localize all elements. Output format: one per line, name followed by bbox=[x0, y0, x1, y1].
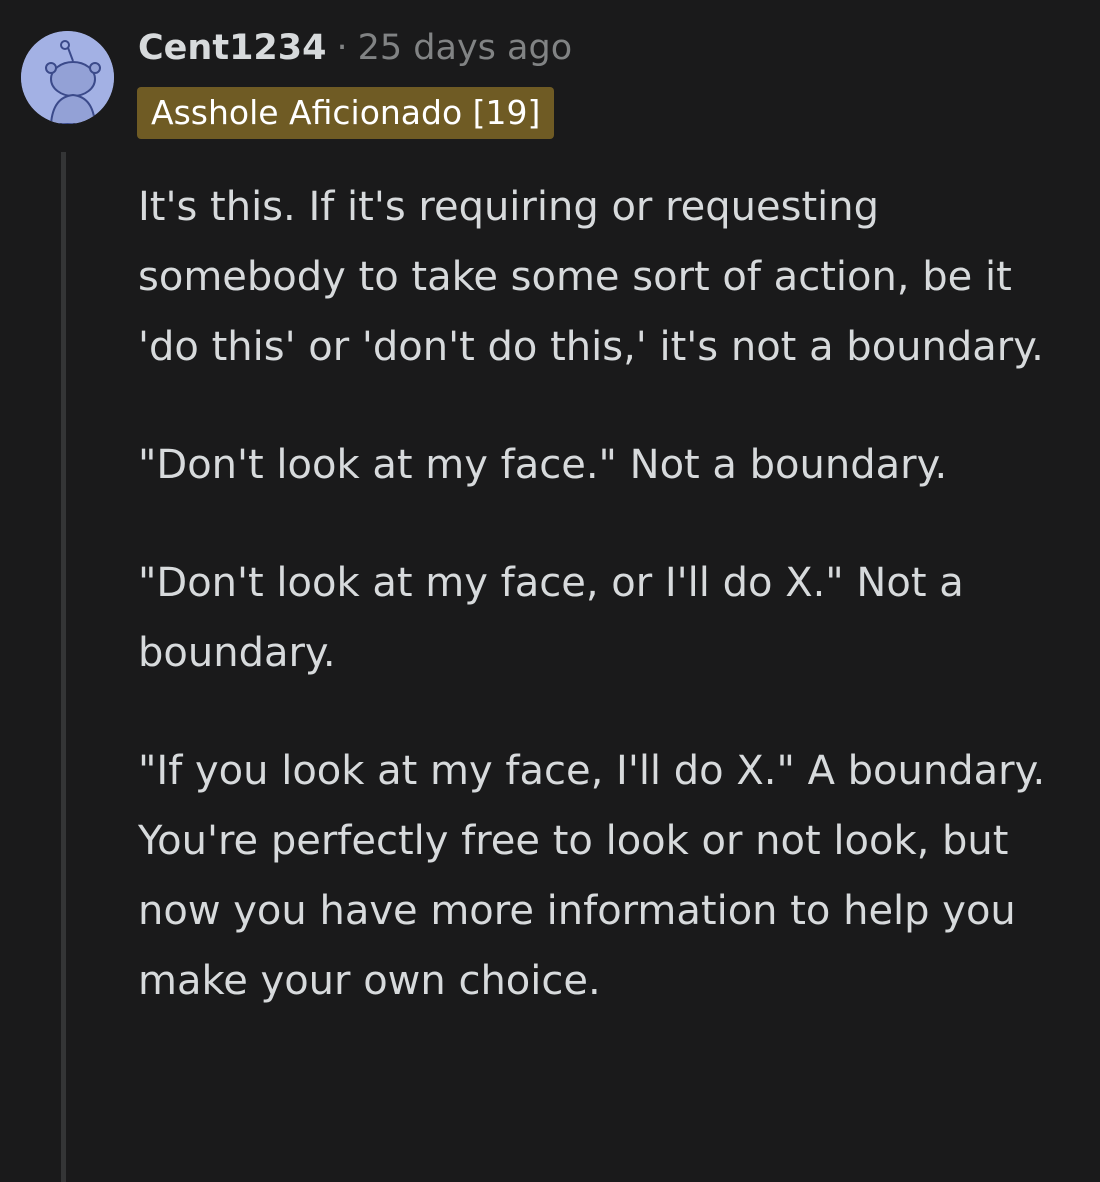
comment-meta: Cent1234 · 25 days ago bbox=[138, 26, 572, 70]
comment-paragraph: It's this. If it's requiring or requesti… bbox=[138, 184, 1044, 370]
meta-separator: · bbox=[336, 28, 348, 68]
comment-paragraph: "Don't look at my face." Not a boundary. bbox=[138, 442, 948, 488]
user-flair: Asshole Aficionado [19] bbox=[137, 87, 555, 139]
user-avatar[interactable] bbox=[21, 31, 114, 124]
timestamp[interactable]: 25 days ago bbox=[358, 28, 572, 68]
comment-paragraph: "Don't look at my face, or I'll do X." N… bbox=[138, 560, 964, 676]
comment-paragraph: "If you look at my face, I'll do X." A b… bbox=[138, 748, 1046, 1004]
snoo-avatar-icon bbox=[21, 31, 114, 124]
username[interactable]: Cent1234 bbox=[138, 28, 326, 68]
thread-line[interactable] bbox=[61, 152, 66, 1182]
comment-body: It's this. If it's requiring or requesti… bbox=[138, 172, 1068, 1064]
